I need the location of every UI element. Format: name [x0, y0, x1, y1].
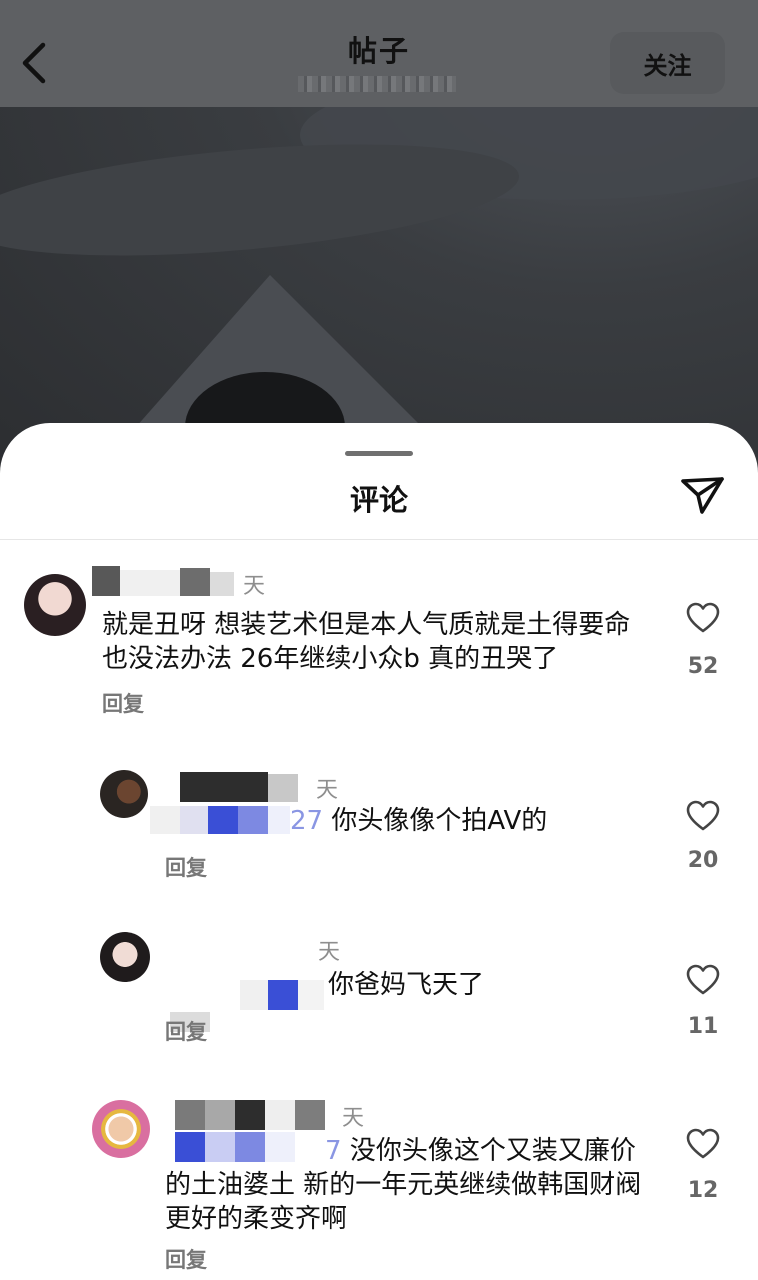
divider [0, 539, 758, 540]
sheet-title: 评论 [349, 483, 408, 517]
top-bar: 帖子 关注 [0, 0, 758, 107]
comment-text: 就是丑呀 想装艺术但是本人气质就是土得要命也没法办法 26年继续小众b 真的丑哭… [102, 610, 631, 674]
avatar[interactable] [24, 574, 86, 636]
reply-button[interactable]: 回复 [165, 1016, 207, 1046]
image-fold [0, 125, 524, 275]
blurred-username [298, 76, 456, 92]
avatar[interactable] [100, 770, 148, 818]
comment-time: 天 [342, 1106, 365, 1131]
comment-body: 没你头像这个又装又廉价的土油婆土 新的一年元英继续做韩国财阀更好的柔变齐啊 [165, 1136, 642, 1234]
follow-button[interactable]: 关注 [610, 32, 725, 94]
like-count: 52 [687, 654, 719, 679]
reply-button[interactable]: 回复 [165, 1244, 207, 1274]
heart-outline-icon[interactable] [686, 602, 720, 634]
blurred-username[interactable] [170, 952, 340, 1032]
comment-item: 天 就是丑呀 想装艺术但是本人气质就是土得要命也没法办法 26年继续小众b 真的… [0, 560, 758, 720]
drag-handle[interactable] [345, 451, 413, 456]
reply-button[interactable]: 回复 [165, 852, 207, 882]
reply-button[interactable]: 回复 [102, 688, 144, 718]
reply-comment-item: 天 27 你头像像个拍AV的 回复 20 [0, 760, 758, 890]
avatar[interactable] [100, 932, 150, 982]
comment-time: 天 [243, 574, 266, 599]
comment-text: 27 你头像像个拍AV的 [290, 804, 650, 838]
heart-outline-icon[interactable] [686, 800, 720, 832]
like-count: 12 [687, 1178, 719, 1203]
reply-comment-item: 天 你爸妈飞天了 回复 11 [0, 922, 758, 1052]
comment-time: 天 [316, 778, 339, 803]
reply-comment-item: 天 7 没你头像这个又装又廉价的土油婆土 新的一年元英继续做韩国财阀更好的柔变齐… [0, 1090, 758, 1280]
like-count: 20 [687, 848, 719, 873]
comment-text: 7 没你头像这个又装又廉价的土油婆土 新的一年元英继续做韩国财阀更好的柔变齐啊 [165, 1134, 645, 1236]
mention-tag[interactable]: 27 [290, 806, 323, 836]
share-button[interactable] [680, 475, 726, 515]
paper-plane-icon [681, 477, 724, 514]
mention-tag[interactable]: 7 [325, 1136, 342, 1166]
heart-outline-icon[interactable] [686, 1128, 720, 1160]
like-count: 11 [687, 1014, 719, 1039]
comment-time: 天 [318, 940, 341, 965]
comment-text: 你爸妈飞天了 [328, 970, 485, 1000]
comment-body: 你头像像个拍AV的 [331, 806, 548, 836]
heart-outline-icon[interactable] [686, 964, 720, 996]
avatar[interactable] [92, 1100, 150, 1158]
blurred-username[interactable] [150, 772, 300, 834]
